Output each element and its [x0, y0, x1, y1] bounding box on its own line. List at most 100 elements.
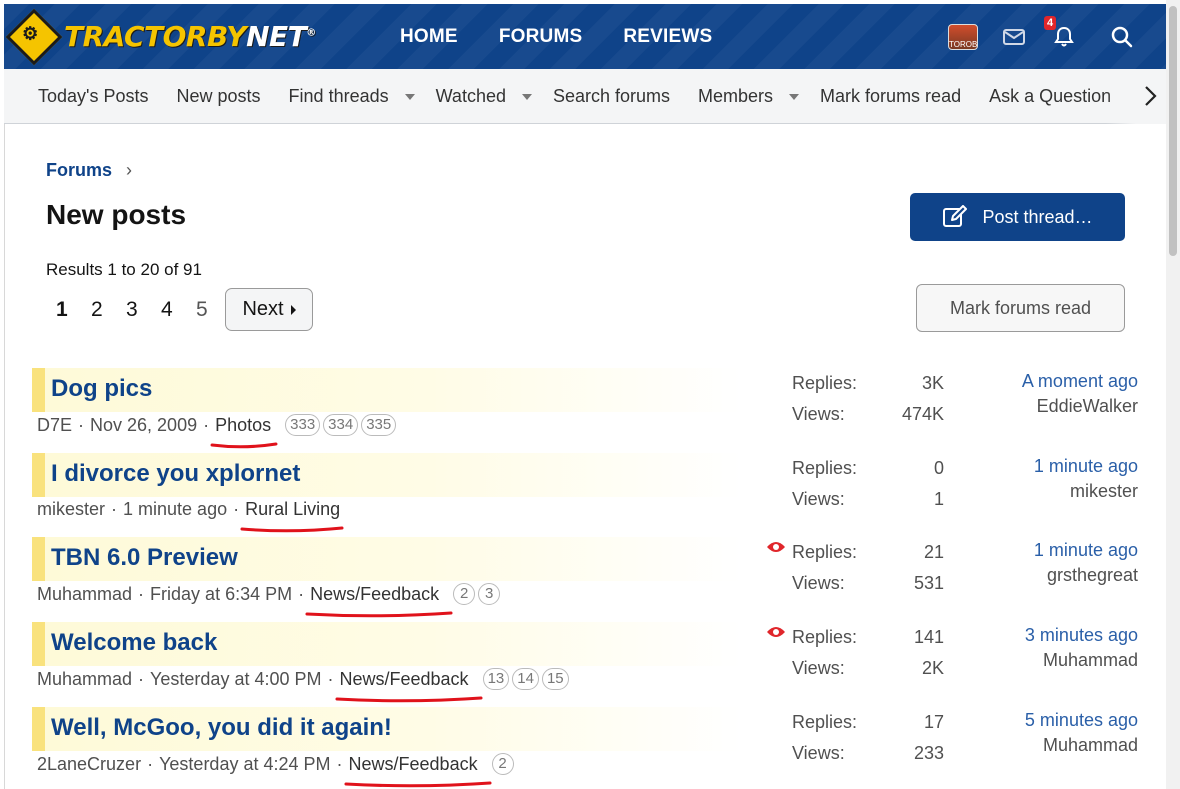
- thread-page-link[interactable]: 334: [323, 414, 359, 436]
- thread-last-post: 3 minutes ago Muhammad: [982, 622, 1138, 674]
- subnav-mark-forums-read[interactable]: Mark forums read: [820, 86, 961, 107]
- mark-forums-read-button[interactable]: Mark forums read: [916, 284, 1125, 332]
- stat-label: Views:: [792, 658, 845, 678]
- thread-author[interactable]: Muhammad: [37, 669, 132, 690]
- thread-row[interactable]: I divorce you xplornet mikester · 1 minute …: [32, 453, 1142, 538]
- page-link-3[interactable]: 3: [116, 298, 151, 322]
- nav-forums[interactable]: FORUMS: [499, 26, 583, 48]
- stat-views: Views: 2K: [792, 653, 944, 684]
- last-post-time[interactable]: 3 minutes ago: [982, 622, 1138, 648]
- thread-forum-link[interactable]: News/Feedback: [305, 584, 453, 617]
- stat-label: Replies:: [792, 373, 858, 393]
- thread-start-date[interactable]: 1 minute ago: [123, 499, 227, 520]
- thread-forum-label: News/Feedback: [339, 668, 469, 689]
- post-thread-button[interactable]: Post thread…: [910, 193, 1125, 241]
- page-link-1[interactable]: 1: [46, 298, 81, 322]
- thread-forum-link[interactable]: Rural Living: [240, 499, 344, 533]
- bell-icon[interactable]: 4: [1044, 15, 1076, 49]
- thread-title-link[interactable]: TBN 6.0 Preview: [51, 544, 238, 572]
- thread-page-link[interactable]: 15: [541, 668, 569, 690]
- thread-author[interactable]: 2LaneCruzer: [37, 754, 141, 775]
- last-post-time[interactable]: 1 minute ago: [982, 453, 1138, 479]
- separator: ·: [78, 414, 85, 435]
- thread-forum-link[interactable]: News/Feedback: [344, 753, 492, 787]
- user-avatar[interactable]: TOROB: [948, 23, 978, 50]
- thread-page-link[interactable]: 14: [512, 668, 539, 690]
- page-link-2[interactable]: 2: [81, 298, 116, 322]
- breadcrumb-forums[interactable]: Forums: [46, 160, 112, 181]
- thread-page-link[interactable]: 13: [482, 668, 510, 690]
- search-icon[interactable]: [1110, 25, 1134, 49]
- subnav-search-forums[interactable]: Search forums: [553, 86, 670, 107]
- thread-title-link[interactable]: Dog pics: [51, 375, 152, 403]
- thread-page-link[interactable]: 2: [453, 583, 476, 605]
- thread-author[interactable]: Muhammad: [37, 584, 132, 605]
- page-scrollbar[interactable]: [1166, 0, 1180, 789]
- subnav-todays-posts[interactable]: Today's Posts: [38, 86, 149, 107]
- stat-label: Replies:: [792, 712, 858, 732]
- thread-meta: 2LaneCruzer · Yesterday at 4:24 PM · News/Fe…: [37, 753, 517, 787]
- separator: ·: [336, 753, 343, 774]
- thread-stats: Replies: 0 Views: 1: [792, 453, 944, 515]
- thread-author[interactable]: mikester: [37, 499, 105, 520]
- thread-start-date[interactable]: Nov 26, 2009: [90, 415, 197, 436]
- red-underline-annotation: [335, 696, 482, 702]
- stat-value: 531: [913, 573, 944, 593]
- thread-start-date[interactable]: Yesterday at 4:00 PM: [150, 669, 321, 690]
- thread-forum-link[interactable]: News/Feedback: [335, 668, 482, 702]
- last-post-user[interactable]: Muhammad: [982, 648, 1138, 674]
- thread-title-link[interactable]: I divorce you xplornet: [51, 460, 300, 488]
- stat-label: Views:: [792, 743, 845, 763]
- subnav-members[interactable]: Members: [698, 86, 800, 107]
- page-link-4[interactable]: 4: [151, 298, 186, 322]
- thread-author[interactable]: D7E: [37, 415, 72, 436]
- envelope-icon[interactable]: [1002, 25, 1026, 49]
- sub-nav: Today's Posts New posts Find threads Wat…: [4, 69, 1166, 124]
- pagination: 1 2 3 4 5 Next: [46, 288, 313, 331]
- last-post-time[interactable]: A moment ago: [982, 368, 1138, 394]
- last-post-user[interactable]: grsthegreat: [982, 563, 1138, 589]
- last-post-user[interactable]: EddieWalker: [982, 394, 1138, 420]
- nav-reviews[interactable]: REVIEWS: [623, 26, 712, 48]
- last-post-time[interactable]: 5 minutes ago: [982, 707, 1138, 733]
- thread-start-date[interactable]: Yesterday at 4:24 PM: [159, 754, 330, 775]
- thread-page-link[interactable]: 3: [478, 583, 501, 605]
- main-nav: HOME FORUMS REVIEWS: [400, 4, 753, 69]
- last-post-user[interactable]: Muhammad: [982, 733, 1138, 759]
- thread-row[interactable]: Welcome back Muhammad · Yesterday at 4:00 P…: [32, 622, 1142, 707]
- thread-page-links: 13 14 15: [482, 668, 572, 690]
- subnav-ask-question[interactable]: Ask a Question: [989, 86, 1111, 107]
- subnav-watched[interactable]: Watched: [436, 86, 532, 107]
- chevron-right-icon[interactable]: [1142, 84, 1162, 108]
- last-post-user[interactable]: mikester: [982, 479, 1138, 505]
- chevron-down-icon[interactable]: [789, 93, 800, 100]
- subnav-new-posts[interactable]: New posts: [177, 86, 261, 107]
- thread-page-link[interactable]: 333: [285, 414, 321, 436]
- chevron-down-icon[interactable]: [521, 93, 532, 100]
- thread-page-link[interactable]: 2: [491, 753, 514, 775]
- site-logo[interactable]: ⚙ TRACTORBYNET®: [5, 4, 316, 69]
- subnav-find-threads[interactable]: Find threads: [289, 86, 415, 107]
- separator: ·: [203, 414, 210, 435]
- separator: ·: [138, 668, 145, 689]
- thread-row[interactable]: Well, McGoo, you did it again! 2LaneCruze…: [32, 707, 1142, 789]
- thread-row[interactable]: Dog pics D7E · Nov 26, 2009 · Photos 333 334 335…: [32, 368, 1142, 453]
- thread-page-link[interactable]: 335: [361, 414, 397, 436]
- stat-label: Replies:: [792, 458, 858, 478]
- thread-forum-label: News/Feedback: [348, 753, 478, 774]
- stat-views: Views: 531: [792, 568, 944, 599]
- thread-row[interactable]: TBN 6.0 Preview Muhammad · Friday at 6:34 P…: [32, 537, 1142, 622]
- last-post-time[interactable]: 1 minute ago: [982, 537, 1138, 563]
- thread-title-link[interactable]: Well, McGoo, you did it again!: [51, 714, 392, 742]
- thread-title-link[interactable]: Welcome back: [51, 629, 217, 657]
- site-header: ⚙ TRACTORBYNET® HOME FORUMS REVIEWS TORO…: [4, 4, 1166, 69]
- chevron-down-icon[interactable]: [404, 93, 415, 100]
- page-link-5[interactable]: 5: [186, 298, 221, 322]
- scrollbar-thumb[interactable]: [1169, 6, 1177, 256]
- thread-forum-link[interactable]: Photos: [210, 415, 278, 448]
- next-page-button[interactable]: Next: [225, 288, 313, 331]
- breadcrumb: Forums ›: [46, 160, 132, 181]
- nav-home[interactable]: HOME: [400, 26, 458, 48]
- thread-start-date[interactable]: Friday at 6:34 PM: [150, 584, 292, 605]
- stat-value: 21: [923, 542, 944, 562]
